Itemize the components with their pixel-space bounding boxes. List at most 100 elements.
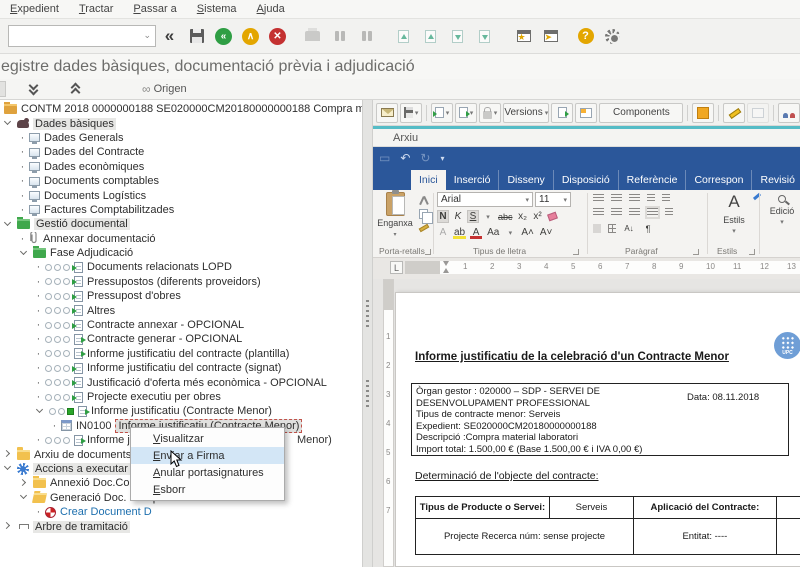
collapse-icon[interactable] — [4, 464, 13, 473]
back-icon[interactable]: « — [156, 23, 183, 49]
tree-item-label[interactable]: Dades econòmiques — [44, 161, 144, 173]
highlight-icon[interactable]: ab — [453, 226, 466, 239]
tab-referèncie[interactable]: Referèncie — [619, 170, 687, 190]
tree-item[interactable]: Fase Adjudicació — [0, 246, 362, 260]
tree-item-label[interactable]: Documents comptables — [44, 175, 159, 187]
horizontal-ruler[interactable]: 12345678910111213 — [405, 261, 800, 274]
tree-item[interactable]: Dades bàsiques — [0, 116, 362, 130]
menu-item-expedient[interactable]: Expedient — [4, 1, 69, 17]
tree-item-label[interactable]: Pressupostos (diferents proveidors) — [87, 276, 261, 288]
collapse-icon[interactable] — [20, 493, 29, 502]
color-box-icon[interactable] — [692, 103, 714, 123]
tree-item[interactable]: ·Altres — [0, 303, 362, 317]
layout-grid-icon[interactable] — [575, 103, 597, 123]
menu-item-tractar[interactable]: Tractar — [73, 1, 123, 17]
collapse-icon[interactable] — [4, 220, 13, 229]
collapse-icon[interactable] — [36, 407, 45, 416]
context-menu-item-esborr[interactable]: Esborr — [131, 481, 284, 498]
tree-item-label[interactable]: Crear Document D — [60, 506, 152, 518]
borders-icon[interactable] — [608, 224, 616, 233]
exit-icon[interactable]: « — [210, 23, 237, 49]
tree-item-label[interactable]: Dades Generals — [44, 132, 124, 144]
expand-icon[interactable] — [4, 450, 13, 459]
grow-font-icon[interactable]: A˄ — [520, 226, 535, 239]
shrink-font-icon[interactable]: A˅ — [539, 226, 554, 239]
multilevel-icon[interactable] — [629, 194, 640, 203]
collapse-all-icon[interactable] — [70, 83, 84, 95]
quick-save-icon[interactable]: ▭ — [379, 151, 390, 165]
redo-icon[interactable]: ↻ — [420, 151, 430, 165]
tree-item-label[interactable]: Arbre de tramitació — [33, 521, 130, 533]
bullets-icon[interactable] — [593, 194, 604, 203]
tree-item[interactable]: ·Pressupostos (diferents proveidors) — [0, 275, 362, 289]
pilcrow-icon[interactable]: ¶ — [642, 222, 654, 235]
tree-item-label[interactable]: Informe justificatiu del contracte (plan… — [87, 348, 289, 360]
prev-page-icon[interactable] — [417, 23, 444, 49]
arxiu-label[interactable]: Arxiu — [393, 132, 418, 144]
superscript-button[interactable]: x² — [532, 210, 544, 223]
editing-button[interactable]: Edició▾ — [765, 195, 799, 226]
format-painter-icon[interactable] — [419, 223, 431, 233]
font-size-select[interactable]: 11▾ — [535, 192, 571, 207]
copy-icon[interactable] — [419, 209, 431, 219]
tree-item[interactable]: ·Projecte executiu per obres — [0, 390, 362, 404]
case-dropdown-icon[interactable]: ▾ — [504, 226, 516, 239]
tree-item[interactable]: ·Documents Logístics — [0, 188, 362, 202]
tree-item-label[interactable]: Contracte generar - OPCIONAL — [87, 333, 242, 345]
cancel-icon[interactable]: ✕ — [264, 23, 291, 49]
tree-item-label[interactable]: Dades bàsiques — [33, 118, 116, 130]
new-session-icon[interactable]: ★ — [510, 23, 537, 49]
dialog-launcher-icon[interactable] — [573, 249, 579, 255]
next-page-icon[interactable] — [444, 23, 471, 49]
expand-all-icon[interactable] — [28, 83, 42, 95]
bold-button[interactable]: N — [437, 210, 449, 223]
send-icon[interactable] — [376, 103, 398, 123]
dialog-launcher-icon[interactable] — [425, 249, 431, 255]
dialog-launcher-icon[interactable] — [693, 249, 699, 255]
tree-item-label[interactable]: Fase Adjudicació — [50, 247, 133, 259]
tab-inserció[interactable]: Inserció — [446, 170, 500, 190]
shading-icon[interactable] — [593, 224, 601, 233]
people-icon[interactable] — [778, 103, 800, 123]
dialog-launcher-icon[interactable] — [749, 249, 755, 255]
change-case-button[interactable]: Aa — [486, 226, 500, 239]
find-icon[interactable] — [326, 23, 353, 49]
tree-item[interactable]: Arbre de tramitació — [0, 519, 362, 533]
tree-item-label[interactable]: Informe justificatiu del contracte (sign… — [87, 362, 281, 374]
styles-button[interactable]: A Estils▾ — [713, 192, 755, 235]
first-page-icon[interactable] — [390, 23, 417, 49]
tab-revisió[interactable]: Revisió — [752, 170, 800, 190]
paste-button[interactable]: Enganxa ▾ — [375, 192, 415, 238]
tree-item-label[interactable]: CONTM 2018 0000000188 SE020000CM20180000… — [21, 103, 362, 115]
tab-correspon[interactable]: Correspon — [686, 170, 752, 190]
save-icon[interactable]: ▾ — [400, 103, 422, 123]
tree-item[interactable]: ·Documents relacionats LOPD — [0, 260, 362, 274]
tree-item-label[interactable]: Justificació d'oferta més econòmica - OP… — [87, 377, 327, 389]
tree-item-label[interactable]: Arxiu de documents — [34, 449, 131, 461]
tab-inici[interactable]: Inici — [411, 170, 446, 190]
cut-icon[interactable] — [419, 195, 431, 205]
tree-item-label[interactable]: Altres — [87, 305, 115, 317]
increase-indent-icon[interactable] — [662, 194, 670, 203]
align-right-icon[interactable] — [629, 208, 640, 217]
up-icon[interactable]: ∧ — [237, 23, 264, 49]
tree-item[interactable]: ·Dades del Contracte — [0, 145, 362, 159]
find-next-icon[interactable] — [353, 23, 380, 49]
numbering-icon[interactable] — [611, 194, 622, 203]
last-page-icon[interactable] — [471, 23, 498, 49]
font-color-icon[interactable]: A — [470, 226, 482, 239]
tree-item-label[interactable]: Annexar documentació — [43, 233, 156, 245]
indent-marker[interactable] — [443, 261, 450, 273]
tree-item[interactable]: ·Justificació d'oferta més econòmica - O… — [0, 375, 362, 389]
tree-item-label[interactable]: Documents relacionats LOPD — [87, 261, 232, 273]
decrease-indent-icon[interactable] — [647, 194, 655, 203]
clear-format-icon[interactable] — [547, 210, 559, 223]
tree-item[interactable]: ·Annexar documentació — [0, 232, 362, 246]
tree-item[interactable]: ·Informe justificatiu del contracte (sig… — [0, 361, 362, 375]
import-doc-icon[interactable]: ▾ — [431, 103, 453, 123]
strikethrough-button[interactable]: abc — [497, 210, 514, 223]
tree-item[interactable]: ·Documents comptables — [0, 174, 362, 188]
customize-icon[interactable] — [599, 23, 626, 49]
versions-button[interactable]: Versions▾ — [503, 103, 549, 123]
menu-item-sistema[interactable]: Sistema — [191, 1, 247, 17]
